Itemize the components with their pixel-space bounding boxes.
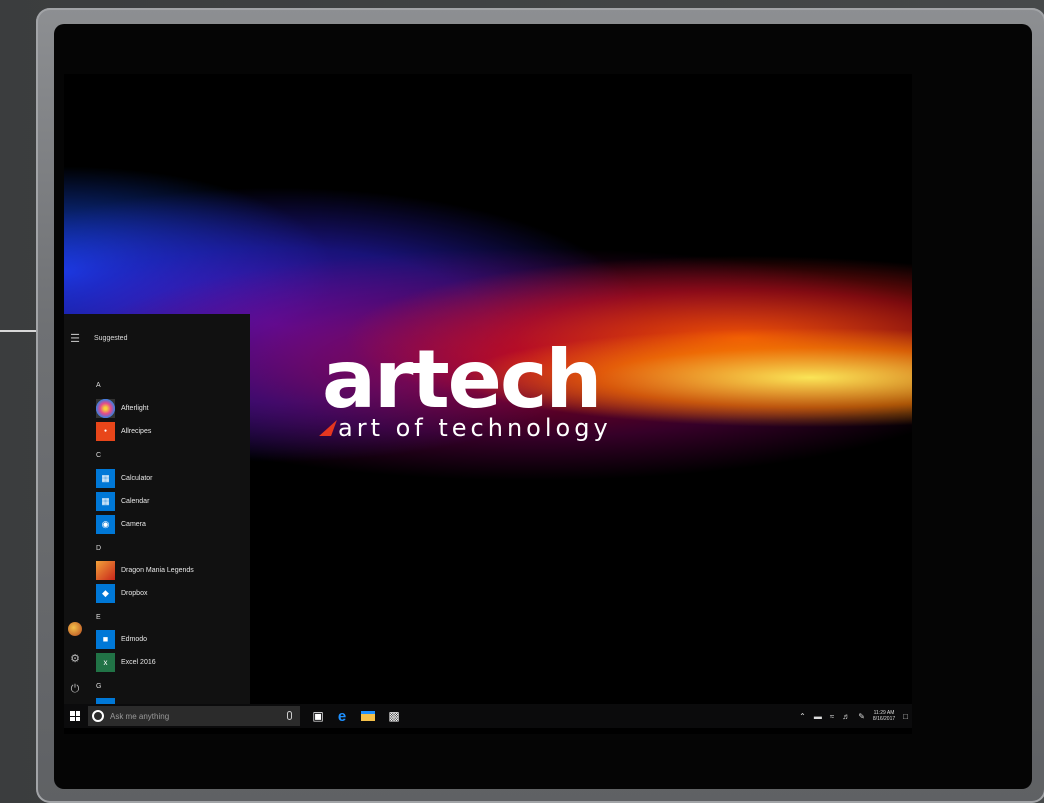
clock[interactable]: 11:29 AM 8/16/2017 [873,710,895,722]
app-name: Edmodo [121,635,148,643]
start-button[interactable] [70,711,80,721]
clock-date: 8/16/2017 [872,716,896,722]
app-name: Camera [121,520,146,528]
search-box[interactable]: Ask me anything [88,706,300,726]
volume-icon[interactable]: ♬ [842,712,850,721]
suggested-heading: Suggested [94,335,128,342]
file-explorer-icon[interactable] [360,708,376,724]
calendar-icon: ▦ [96,491,115,511]
start-rail: ☰ ⚙ ⏻ [64,314,86,704]
app-camera[interactable]: ◉ Camera [96,514,146,534]
app-name: Calendar [121,497,150,505]
app-dragon-mania-legends[interactable]: Dragon Mania Legends [96,560,194,580]
edmodo-icon: ■ [96,629,115,649]
app-name: Dragon Mania Legends [121,566,194,574]
logo-wordmark: artech [322,333,602,426]
app-name: Excel 2016 [121,658,156,666]
calculator-icon: ▦ [96,468,115,488]
power-icon[interactable]: ⏻ [68,682,82,696]
pen-icon[interactable]: ✎ [858,712,865,721]
app-dropbox[interactable]: ◆ Dropbox [96,583,147,603]
settings-icon[interactable]: ⚙ [68,652,82,666]
camera-icon: ◉ [96,514,115,534]
dragon-icon [96,560,115,580]
artech-logo: artech art of technology [319,333,662,442]
chevron-up-icon[interactable]: ⌃ [799,712,806,721]
microphone-icon[interactable] [287,711,292,720]
app-calendar[interactable]: ▦ Calendar [96,491,149,511]
cortana-icon [92,710,104,722]
afterlight-icon [96,398,115,418]
allrecipes-icon: ● [96,421,115,441]
app-allrecipes[interactable]: ● Allrecipes [96,421,151,441]
logo-tagline-row: art of technology [319,414,662,442]
edge-icon[interactable]: e [334,708,350,725]
app-edmodo[interactable]: ■ Edmodo [96,629,147,649]
section-letter[interactable]: C [96,452,101,459]
app-name: Calculator [121,474,153,482]
dropbox-icon: ◆ [96,583,115,603]
excel-icon: x [96,652,115,672]
app-calculator[interactable]: ▦ Calculator [96,468,153,488]
logo-tagline: art of technology [338,414,612,442]
taskbar: Ask me anything ▣ e ▩ ⌃ ▬ ≈ ♬ ✎ 11:29 AM… [64,704,912,728]
desktop-screen: artech art of technology ☰ ⚙ ⏻ Suggested… [64,74,912,734]
hamburger-icon[interactable]: ☰ [68,332,82,346]
app-excel-2016[interactable]: x Excel 2016 [96,652,156,672]
app-name: Dropbox [121,589,148,597]
divider-line [0,330,38,332]
section-letter[interactable]: A [96,382,101,389]
network-icon[interactable]: ≈ [830,712,834,721]
notifications-icon[interactable]: □ [903,712,908,721]
app-name: Afterlight [121,404,149,412]
user-avatar[interactable] [68,622,82,636]
battery-icon[interactable]: ▬ [814,712,822,721]
search-placeholder: Ask me anything [110,711,170,721]
store-icon[interactable]: ▩ [386,708,402,724]
system-tray: ⌃ ▬ ≈ ♬ ✎ 11:29 AM 8/16/2017 □ [799,704,908,728]
app-afterlight[interactable]: Afterlight [96,398,149,418]
start-menu: ☰ ⚙ ⏻ Suggested A Afterlight ● Allrecipe… [64,314,250,704]
section-letter[interactable]: E [96,614,101,621]
section-letter[interactable]: G [96,683,101,690]
section-letter[interactable]: D [96,545,101,552]
background: artech art of technology ☰ ⚙ ⏻ Suggested… [0,0,1044,803]
app-name: Allrecipes [121,427,152,435]
app-list: Suggested A Afterlight ● Allrecipes C ▦ … [94,314,250,704]
task-view-icon[interactable]: ▣ [310,708,326,724]
